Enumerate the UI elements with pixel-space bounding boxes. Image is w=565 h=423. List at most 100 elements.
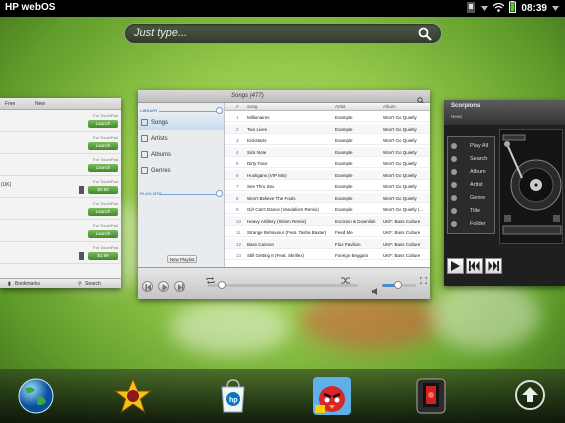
genre-icon	[451, 195, 457, 201]
music-player-card[interactable]: Songs (477) LIBRARY Songs Artists Albums…	[138, 90, 430, 299]
divider	[159, 194, 217, 195]
menu-item-artist[interactable]: Artist	[451, 180, 495, 191]
table-row[interactable]: 5 Dirty Face Example Won't Go Quietly	[225, 158, 430, 168]
column-header-artist[interactable]: Artist	[335, 104, 379, 109]
column-header-song[interactable]: Song	[247, 104, 333, 109]
app-catalog-card[interactable]: Free New For TouchPad Launch For TouchPad…	[0, 98, 121, 288]
list-item[interactable]: For TouchPad Launch	[0, 132, 121, 154]
tab-free[interactable]: Free	[0, 98, 30, 109]
browser-icon[interactable]	[17, 377, 55, 415]
volume-icon[interactable]	[372, 282, 380, 299]
play-button[interactable]	[158, 281, 169, 292]
table-row[interactable]: 3 Kickstarts Example Won't Go Quietly	[225, 135, 430, 145]
search-button[interactable]: Search	[85, 281, 101, 287]
angry-birds-hd-icon[interactable]	[313, 377, 351, 415]
tab-new[interactable]: New	[30, 98, 60, 109]
jukebox-app-icon[interactable]	[412, 377, 450, 415]
menu-item-folder[interactable]: Folder	[451, 219, 495, 230]
volume-knob[interactable]	[394, 281, 402, 289]
cell-num: 1	[236, 115, 239, 120]
progress-slider[interactable]	[208, 281, 358, 289]
menu-item-search[interactable]: Search	[451, 154, 495, 165]
next-button[interactable]	[174, 281, 185, 292]
menu-item-play-all[interactable]: Play All	[451, 141, 495, 152]
launch-button[interactable]: Launch	[88, 230, 118, 238]
list-item[interactable]: For TouchPad $1.99	[0, 242, 121, 264]
table-row[interactable]: 11 Strange Behaviour (Feat. Tasha Baxter)…	[225, 227, 430, 237]
previous-button[interactable]	[142, 281, 153, 292]
buy-button[interactable]: $0.99	[88, 186, 118, 194]
table-row[interactable]: 4 Sick Note Example Won't Go Quietly	[225, 146, 430, 157]
cell-album: UKF: Bass Culture	[383, 218, 421, 224]
menu-item-album[interactable]: Album	[451, 167, 495, 178]
menu-item-label: Genre	[470, 195, 486, 201]
wifi-icon[interactable]	[492, 2, 505, 15]
table-row[interactable]: 2 Two Lives Example Won't Go Quietly	[225, 123, 430, 134]
cell-album: Won't Go Quietly (...	[383, 207, 424, 212]
play-button[interactable]	[447, 258, 464, 274]
table-row[interactable]: 6 Hooligans (VIP Mix) Example Won't Go Quie…	[225, 169, 430, 180]
list-item[interactable]: For TouchPad Launch	[0, 198, 121, 220]
sidebar-item-genres[interactable]: Genres	[138, 164, 224, 178]
play-icon	[451, 143, 457, 149]
menu-item-title[interactable]: Title	[451, 206, 495, 217]
hp-app-catalog-icon[interactable]: hp	[214, 377, 252, 415]
search-icon[interactable]	[418, 27, 432, 46]
table-row[interactable]: 9 Girl Can't Dance (Vandalism Remix) Examp…	[225, 204, 430, 214]
turntable-deck[interactable]	[499, 129, 563, 244]
page-title: Scorpions	[451, 103, 481, 109]
next-button[interactable]	[485, 258, 502, 274]
list-item[interactable]: (UK) For TouchPad $0.99	[0, 176, 121, 198]
column-header-num[interactable]: #	[236, 104, 244, 109]
cell-num: 4	[236, 149, 239, 155]
collapse-icon[interactable]	[216, 107, 223, 114]
shuffle-icon[interactable]	[341, 271, 350, 289]
fullscreen-icon[interactable]	[419, 271, 428, 289]
launch-button[interactable]: Launch	[88, 120, 118, 128]
chevron-down-icon[interactable]	[481, 3, 489, 14]
bookmark-icon[interactable]	[79, 252, 84, 260]
table-row[interactable]: 13 Still Getting It (Feat. Skrillex) Forei…	[225, 250, 430, 260]
bookmark-icon[interactable]: ▮	[8, 281, 11, 287]
search-input[interactable]: Just type...	[124, 23, 442, 44]
launch-button[interactable]: Launch	[88, 208, 118, 216]
dj-menu: Play All Search Album Artist Genre Title…	[447, 136, 495, 234]
table-row[interactable]: 8 Won't Believe The Fools Example Won't Go …	[225, 192, 430, 203]
sidebar-item-artists[interactable]: Artists	[138, 132, 224, 146]
progress-knob[interactable]	[218, 281, 226, 289]
list-item[interactable]: For TouchPad Launch	[0, 220, 121, 242]
table-row[interactable]: 1 Millionaires Example Won't Go Quietly	[225, 112, 430, 122]
album-icon	[451, 169, 457, 175]
volume-slider[interactable]	[382, 281, 416, 289]
launch-button[interactable]: Launch	[88, 164, 118, 172]
chevron-down-icon[interactable]	[552, 3, 559, 14]
sidebar-item-songs[interactable]: Songs	[138, 116, 224, 130]
launcher-up-icon[interactable]	[515, 380, 545, 410]
bookmarks-button[interactable]: Bookmarks	[15, 281, 40, 287]
table-row[interactable]: 10 Heavy Artillery (Skism Remix) Excision …	[225, 215, 430, 226]
battery-icon[interactable]	[509, 1, 517, 16]
item-platform: For TouchPad	[93, 179, 118, 184]
sidebar-item-albums[interactable]: Albums	[138, 148, 224, 162]
cell-artist: Example	[335, 195, 353, 201]
cell-num: 12	[236, 241, 242, 247]
collapse-icon[interactable]	[216, 190, 223, 197]
column-header-album[interactable]: Album	[383, 104, 429, 109]
notification-icon[interactable]	[466, 1, 476, 16]
clock[interactable]: 08:39	[521, 3, 547, 14]
menu-item-label: Title	[470, 208, 481, 214]
menu-item-label: Artist	[470, 182, 483, 188]
list-item[interactable]: For TouchPad Launch	[0, 154, 121, 176]
search-icon[interactable]: ⚲	[78, 281, 82, 287]
dj-app-card[interactable]: Scorpions News Play All Search Album Art…	[444, 100, 565, 286]
previous-button[interactable]	[466, 258, 483, 274]
table-row[interactable]: 12 Bass Cannon Flux Pavilion UKF: Bass Cult…	[225, 238, 430, 249]
new-playlist-button[interactable]: New Playlist	[167, 255, 197, 263]
buy-button[interactable]: $1.99	[88, 252, 118, 260]
list-item[interactable]: For TouchPad Launch	[0, 110, 121, 132]
bookmark-icon[interactable]	[79, 186, 84, 194]
launch-button[interactable]: Launch	[88, 142, 118, 150]
table-row[interactable]: 7 See Thru Sex Example Won't Go Quietly	[225, 181, 430, 191]
menu-item-genre[interactable]: Genre	[451, 193, 495, 204]
star-app-icon[interactable]	[113, 377, 153, 415]
